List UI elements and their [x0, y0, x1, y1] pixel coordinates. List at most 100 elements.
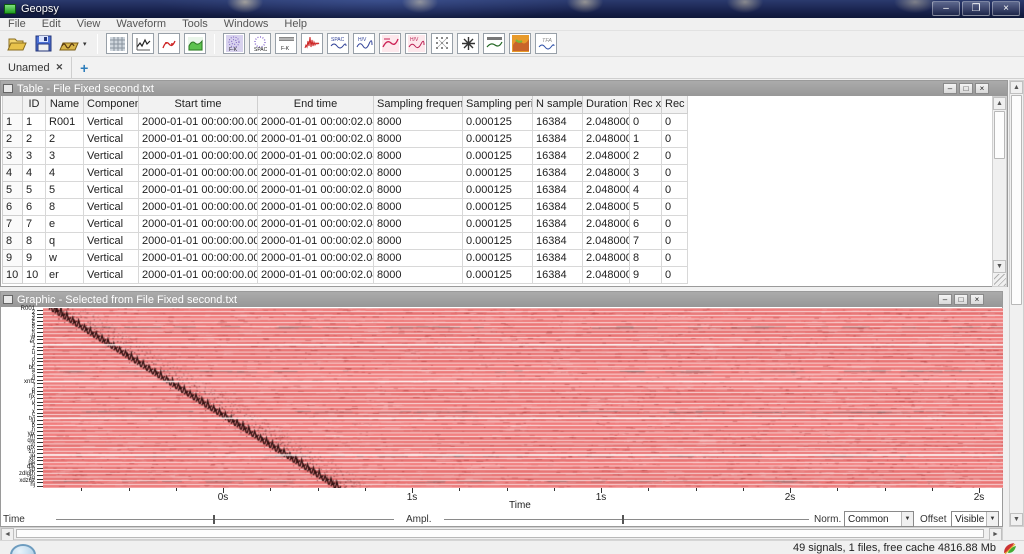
table-row[interactable]: 444Vertical2000-01-01 00:00:00.000500200… [3, 164, 968, 181]
table-row[interactable]: 668Vertical2000-01-01 00:00:00.000500200… [3, 198, 968, 215]
dispersion-button[interactable] [483, 33, 505, 54]
cell-component: Vertical [84, 181, 139, 198]
cell-id: 2 [23, 130, 46, 147]
scroll-down-icon[interactable]: ▼ [1010, 513, 1023, 526]
trace-tick [37, 343, 43, 344]
chart-red-button[interactable] [158, 33, 180, 54]
tab-unamed[interactable]: Unamed ✕ [0, 57, 72, 78]
menu-windows[interactable]: Windows [216, 18, 277, 31]
table-row[interactable]: 555Vertical2000-01-01 00:00:00.000500200… [3, 181, 968, 198]
menu-file[interactable]: File [0, 18, 34, 31]
cell-id: 9 [23, 249, 46, 266]
linear-fk-button[interactable]: F-K [275, 33, 297, 54]
new-graphic-button[interactable] [132, 33, 154, 54]
workspace-vscrollbar-thumb[interactable] [1011, 95, 1022, 305]
offset-dropdown-icon[interactable]: ▼ [986, 512, 998, 526]
minimize-button[interactable]: – [932, 1, 960, 16]
menu-tools[interactable]: Tools [174, 18, 216, 31]
cell-sampling-frequency: 8000 [374, 249, 463, 266]
hv-curve-button[interactable]: H/V [353, 33, 375, 54]
column-header-end-time[interactable]: End time [258, 96, 374, 113]
table-row[interactable]: 88qVertical2000-01-01 00:00:00.000500200… [3, 232, 968, 249]
scroll-down-icon[interactable]: ▼ [993, 260, 1006, 273]
trace-label: rt [1, 443, 35, 447]
column-header-sampling-period[interactable]: Sampling period [463, 96, 533, 113]
column-header-sampling-frequency[interactable]: Sampling frequency [374, 96, 463, 113]
column-header-id[interactable]: ID [23, 96, 46, 113]
time-slider-handle[interactable] [213, 515, 215, 524]
trace-label: qw [1, 439, 35, 443]
menu-waveform[interactable]: Waveform [108, 18, 174, 31]
workspace-hscrollbar[interactable]: ◄ ► [0, 527, 1003, 540]
menu-edit[interactable]: Edit [34, 18, 69, 31]
trace-tick [37, 369, 43, 370]
cell-rec-y: 0 [662, 266, 688, 283]
table-minimize-button[interactable]: – [943, 83, 957, 94]
spectrum-button[interactable] [301, 33, 323, 54]
map-orange-button[interactable] [509, 33, 531, 54]
norm-combobox[interactable]: Common ▼ [844, 511, 914, 527]
row-number: 3 [3, 147, 23, 164]
hv-spectrum-button[interactable]: H/V [405, 33, 427, 54]
table-scrollbar-thumb[interactable] [994, 111, 1005, 159]
tab-add-button[interactable]: + [80, 58, 88, 78]
table-row[interactable]: 77eVertical2000-01-01 00:00:00.000500200… [3, 215, 968, 232]
scroll-up-icon[interactable]: ▲ [1010, 81, 1023, 94]
graphic-minimize-button[interactable]: – [938, 294, 952, 305]
import-signals-button[interactable] [58, 33, 80, 54]
trace-label: d [1, 377, 35, 381]
new-table-button[interactable] [106, 33, 128, 54]
column-header-component[interactable]: Component [84, 96, 139, 113]
column-header-rec-x[interactable]: Rec x [630, 96, 662, 113]
ampl-slider-handle[interactable] [622, 515, 624, 524]
table-row[interactable]: 222Vertical2000-01-01 00:00:00.000500200… [3, 130, 968, 147]
scroll-up-icon[interactable]: ▲ [993, 97, 1006, 110]
save-floppy-button[interactable] [32, 33, 54, 54]
cell-id: 8 [23, 232, 46, 249]
workspace-hscrollbar-thumb[interactable] [16, 529, 984, 538]
tab-close-icon[interactable]: ✕ [56, 62, 64, 73]
import-dropdown-icon[interactable]: ▾ [83, 40, 91, 48]
maximize-button[interactable]: ❐ [962, 1, 990, 16]
menu-help[interactable]: Help [276, 18, 315, 31]
damping-button[interactable] [457, 33, 479, 54]
time-slider[interactable] [56, 519, 394, 520]
offset-combobox[interactable]: Visible ▼ [951, 511, 999, 527]
spac-curve-button[interactable]: SPAC [327, 33, 349, 54]
graphic-maximize-button[interactable]: □ [954, 294, 968, 305]
column-header-duration[interactable]: Duration [583, 96, 630, 113]
title-bar[interactable]: Geopsy – ❐ × [0, 0, 1024, 18]
table-row[interactable]: 333Vertical2000-01-01 00:00:00.000500200… [3, 147, 968, 164]
fk-button[interactable]: F-K [223, 33, 245, 54]
column-header-start-time[interactable]: Start time [139, 96, 258, 113]
column-header-name[interactable]: Name [46, 96, 84, 113]
folder-open-button[interactable] [6, 33, 28, 54]
table-close-button[interactable]: × [975, 83, 989, 94]
cell-start-time: 2000-01-01 00:00:00.000500 [139, 181, 258, 198]
menu-view[interactable]: View [69, 18, 109, 31]
array-grid-button[interactable] [431, 33, 453, 54]
close-button[interactable]: × [992, 1, 1020, 16]
table-window-titlebar[interactable]: Table - File Fixed second.txt – □ × [1, 81, 1007, 96]
graphic-close-button[interactable]: × [970, 294, 984, 305]
tfa-button[interactable]: TFA [535, 33, 557, 54]
table-row[interactable]: 1010erVertical2000-01-01 00:00:00.000500… [3, 266, 968, 283]
hv-spectrum-icon: H/V [408, 35, 425, 52]
graphic-window-titlebar[interactable]: Graphic - Selected from File Fixed secon… [1, 292, 1002, 307]
refraction-button[interactable] [379, 33, 401, 54]
map-green-button[interactable] [184, 33, 206, 54]
row-number: 1 [3, 113, 23, 130]
table-maximize-button[interactable]: □ [959, 83, 973, 94]
table-scrollbar[interactable]: ▲ ▼ [992, 96, 1007, 287]
trace-tick [37, 365, 43, 366]
table-row[interactable]: 99wVertical2000-01-01 00:00:00.000500200… [3, 249, 968, 266]
column-header-n-samples[interactable]: N samples [533, 96, 583, 113]
norm-dropdown-icon[interactable]: ▼ [901, 512, 913, 526]
waveform-canvas[interactable] [43, 308, 1003, 488]
table-row[interactable]: 11R001Vertical2000-01-01 00:00:00.000500… [3, 113, 968, 130]
column-header-rec-y[interactable]: Rec y [662, 96, 688, 113]
spac-button[interactable]: SPAC [249, 33, 271, 54]
ampl-slider[interactable] [444, 519, 809, 520]
workspace-vscrollbar[interactable]: ▲ ▼ [1009, 80, 1024, 527]
table-resize-grip[interactable] [994, 274, 1006, 286]
